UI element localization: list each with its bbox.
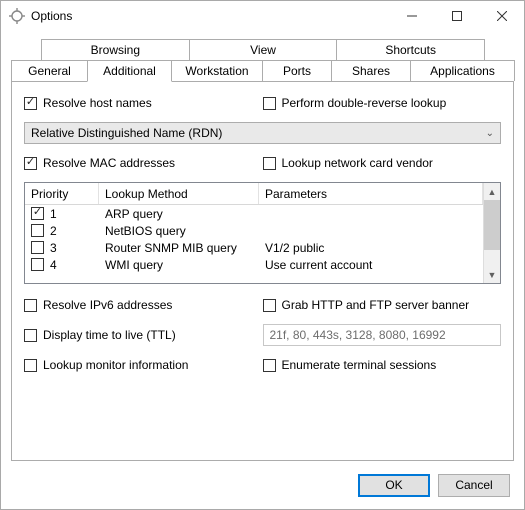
options-window: Options Browsing View Shortcuts General … (0, 0, 525, 510)
ports-input[interactable]: 21f, 80, 443s, 3128, 8080, 16992 (263, 324, 502, 346)
method-value: Router SNMP MIB query (99, 241, 259, 255)
name-format-select[interactable]: Relative Distinguished Name (RDN) ⌄ (24, 122, 501, 144)
checkbox-label: Grab HTTP and FTP server banner (282, 298, 470, 312)
tab-view[interactable]: View (189, 39, 338, 60)
window-buttons (389, 1, 524, 31)
checkbox-icon (24, 359, 37, 372)
params-value: V1/2 public (259, 241, 483, 255)
checkbox-icon (263, 157, 276, 170)
method-value: NetBIOS query (99, 224, 259, 238)
checkbox-label: Resolve host names (43, 96, 152, 110)
resolve-host-names-checkbox[interactable]: Resolve host names (24, 96, 152, 110)
checkbox-label: Lookup monitor information (43, 358, 188, 372)
priority-value: 3 (50, 241, 57, 255)
params-value: Use current account (259, 258, 483, 272)
list-header: Priority Lookup Method Parameters (25, 183, 483, 205)
minimize-button[interactable] (389, 1, 434, 31)
tab-panel-additional: Resolve host names Perform double-revers… (11, 81, 514, 461)
checkbox-icon[interactable] (31, 207, 44, 220)
close-button[interactable] (479, 1, 524, 31)
resolve-mac-checkbox[interactable]: Resolve MAC addresses (24, 156, 175, 170)
tab-applications[interactable]: Applications (410, 60, 515, 81)
titlebar: Options (1, 1, 524, 31)
lookup-vendor-checkbox[interactable]: Lookup network card vendor (263, 156, 433, 170)
checkbox-icon (263, 97, 276, 110)
display-ttl-checkbox[interactable]: Display time to live (TTL) (24, 328, 176, 342)
table-row[interactable]: 1 ARP query (25, 205, 483, 222)
checkbox-icon (24, 97, 37, 110)
double-reverse-checkbox[interactable]: Perform double-reverse lookup (263, 96, 447, 110)
content-area: Browsing View Shortcuts General Addition… (1, 31, 524, 461)
checkbox-icon (263, 359, 276, 372)
method-value: ARP query (99, 207, 259, 221)
tab-shares[interactable]: Shares (331, 60, 411, 81)
app-icon (9, 8, 25, 24)
table-row[interactable]: 4 WMI queryUse current account (25, 256, 483, 273)
checkbox-label: Lookup network card vendor (282, 156, 433, 170)
tab-general[interactable]: General (11, 60, 88, 81)
tab-browsing[interactable]: Browsing (41, 39, 190, 60)
table-row[interactable]: 3 Router SNMP MIB queryV1/2 public (25, 239, 483, 256)
checkbox-label: Resolve MAC addresses (43, 156, 175, 170)
select-value: Relative Distinguished Name (RDN) (31, 126, 222, 140)
checkbox-icon[interactable] (31, 224, 44, 237)
tab-ports[interactable]: Ports (262, 60, 332, 81)
scroll-track[interactable] (484, 250, 500, 266)
maximize-button[interactable] (434, 1, 479, 31)
tab-additional[interactable]: Additional (87, 60, 172, 82)
header-parameters[interactable]: Parameters (259, 183, 483, 204)
input-value: 21f, 80, 443s, 3128, 8080, 16992 (270, 328, 446, 342)
dialog-footer: OK Cancel (1, 461, 524, 509)
priority-value: 1 (50, 207, 57, 221)
table-row[interactable]: 2 NetBIOS query (25, 222, 483, 239)
tab-container: Browsing View Shortcuts General Addition… (11, 39, 514, 81)
lookup-method-list: Priority Lookup Method Parameters 1 ARP q… (24, 182, 501, 284)
scroll-thumb[interactable] (484, 200, 500, 250)
lookup-monitor-checkbox[interactable]: Lookup monitor information (24, 358, 188, 372)
checkbox-icon (263, 299, 276, 312)
ok-button[interactable]: OK (358, 474, 430, 497)
checkbox-icon (24, 329, 37, 342)
header-method[interactable]: Lookup Method (99, 183, 259, 204)
checkbox-label: Enumerate terminal sessions (282, 358, 437, 372)
checkbox-label: Display time to live (TTL) (43, 328, 176, 342)
method-value: WMI query (99, 258, 259, 272)
scrollbar[interactable]: ▲ ▼ (483, 183, 500, 283)
checkbox-label: Resolve IPv6 addresses (43, 298, 172, 312)
tab-workstation[interactable]: Workstation (171, 60, 263, 81)
scroll-down-icon[interactable]: ▼ (484, 266, 500, 283)
window-title: Options (31, 9, 389, 23)
checkbox-icon (24, 157, 37, 170)
checkbox-icon (24, 299, 37, 312)
checkbox-icon[interactable] (31, 258, 44, 271)
priority-value: 2 (50, 224, 57, 238)
header-priority[interactable]: Priority (25, 183, 99, 204)
scroll-up-icon[interactable]: ▲ (484, 183, 500, 200)
enumerate-sessions-checkbox[interactable]: Enumerate terminal sessions (263, 358, 437, 372)
checkbox-icon[interactable] (31, 241, 44, 254)
checkbox-label: Perform double-reverse lookup (282, 96, 447, 110)
priority-value: 4 (50, 258, 57, 272)
cancel-button[interactable]: Cancel (438, 474, 510, 497)
chevron-down-icon: ⌄ (486, 128, 494, 139)
resolve-ipv6-checkbox[interactable]: Resolve IPv6 addresses (24, 298, 172, 312)
grab-banner-checkbox[interactable]: Grab HTTP and FTP server banner (263, 298, 470, 312)
tab-shortcuts[interactable]: Shortcuts (336, 39, 485, 60)
